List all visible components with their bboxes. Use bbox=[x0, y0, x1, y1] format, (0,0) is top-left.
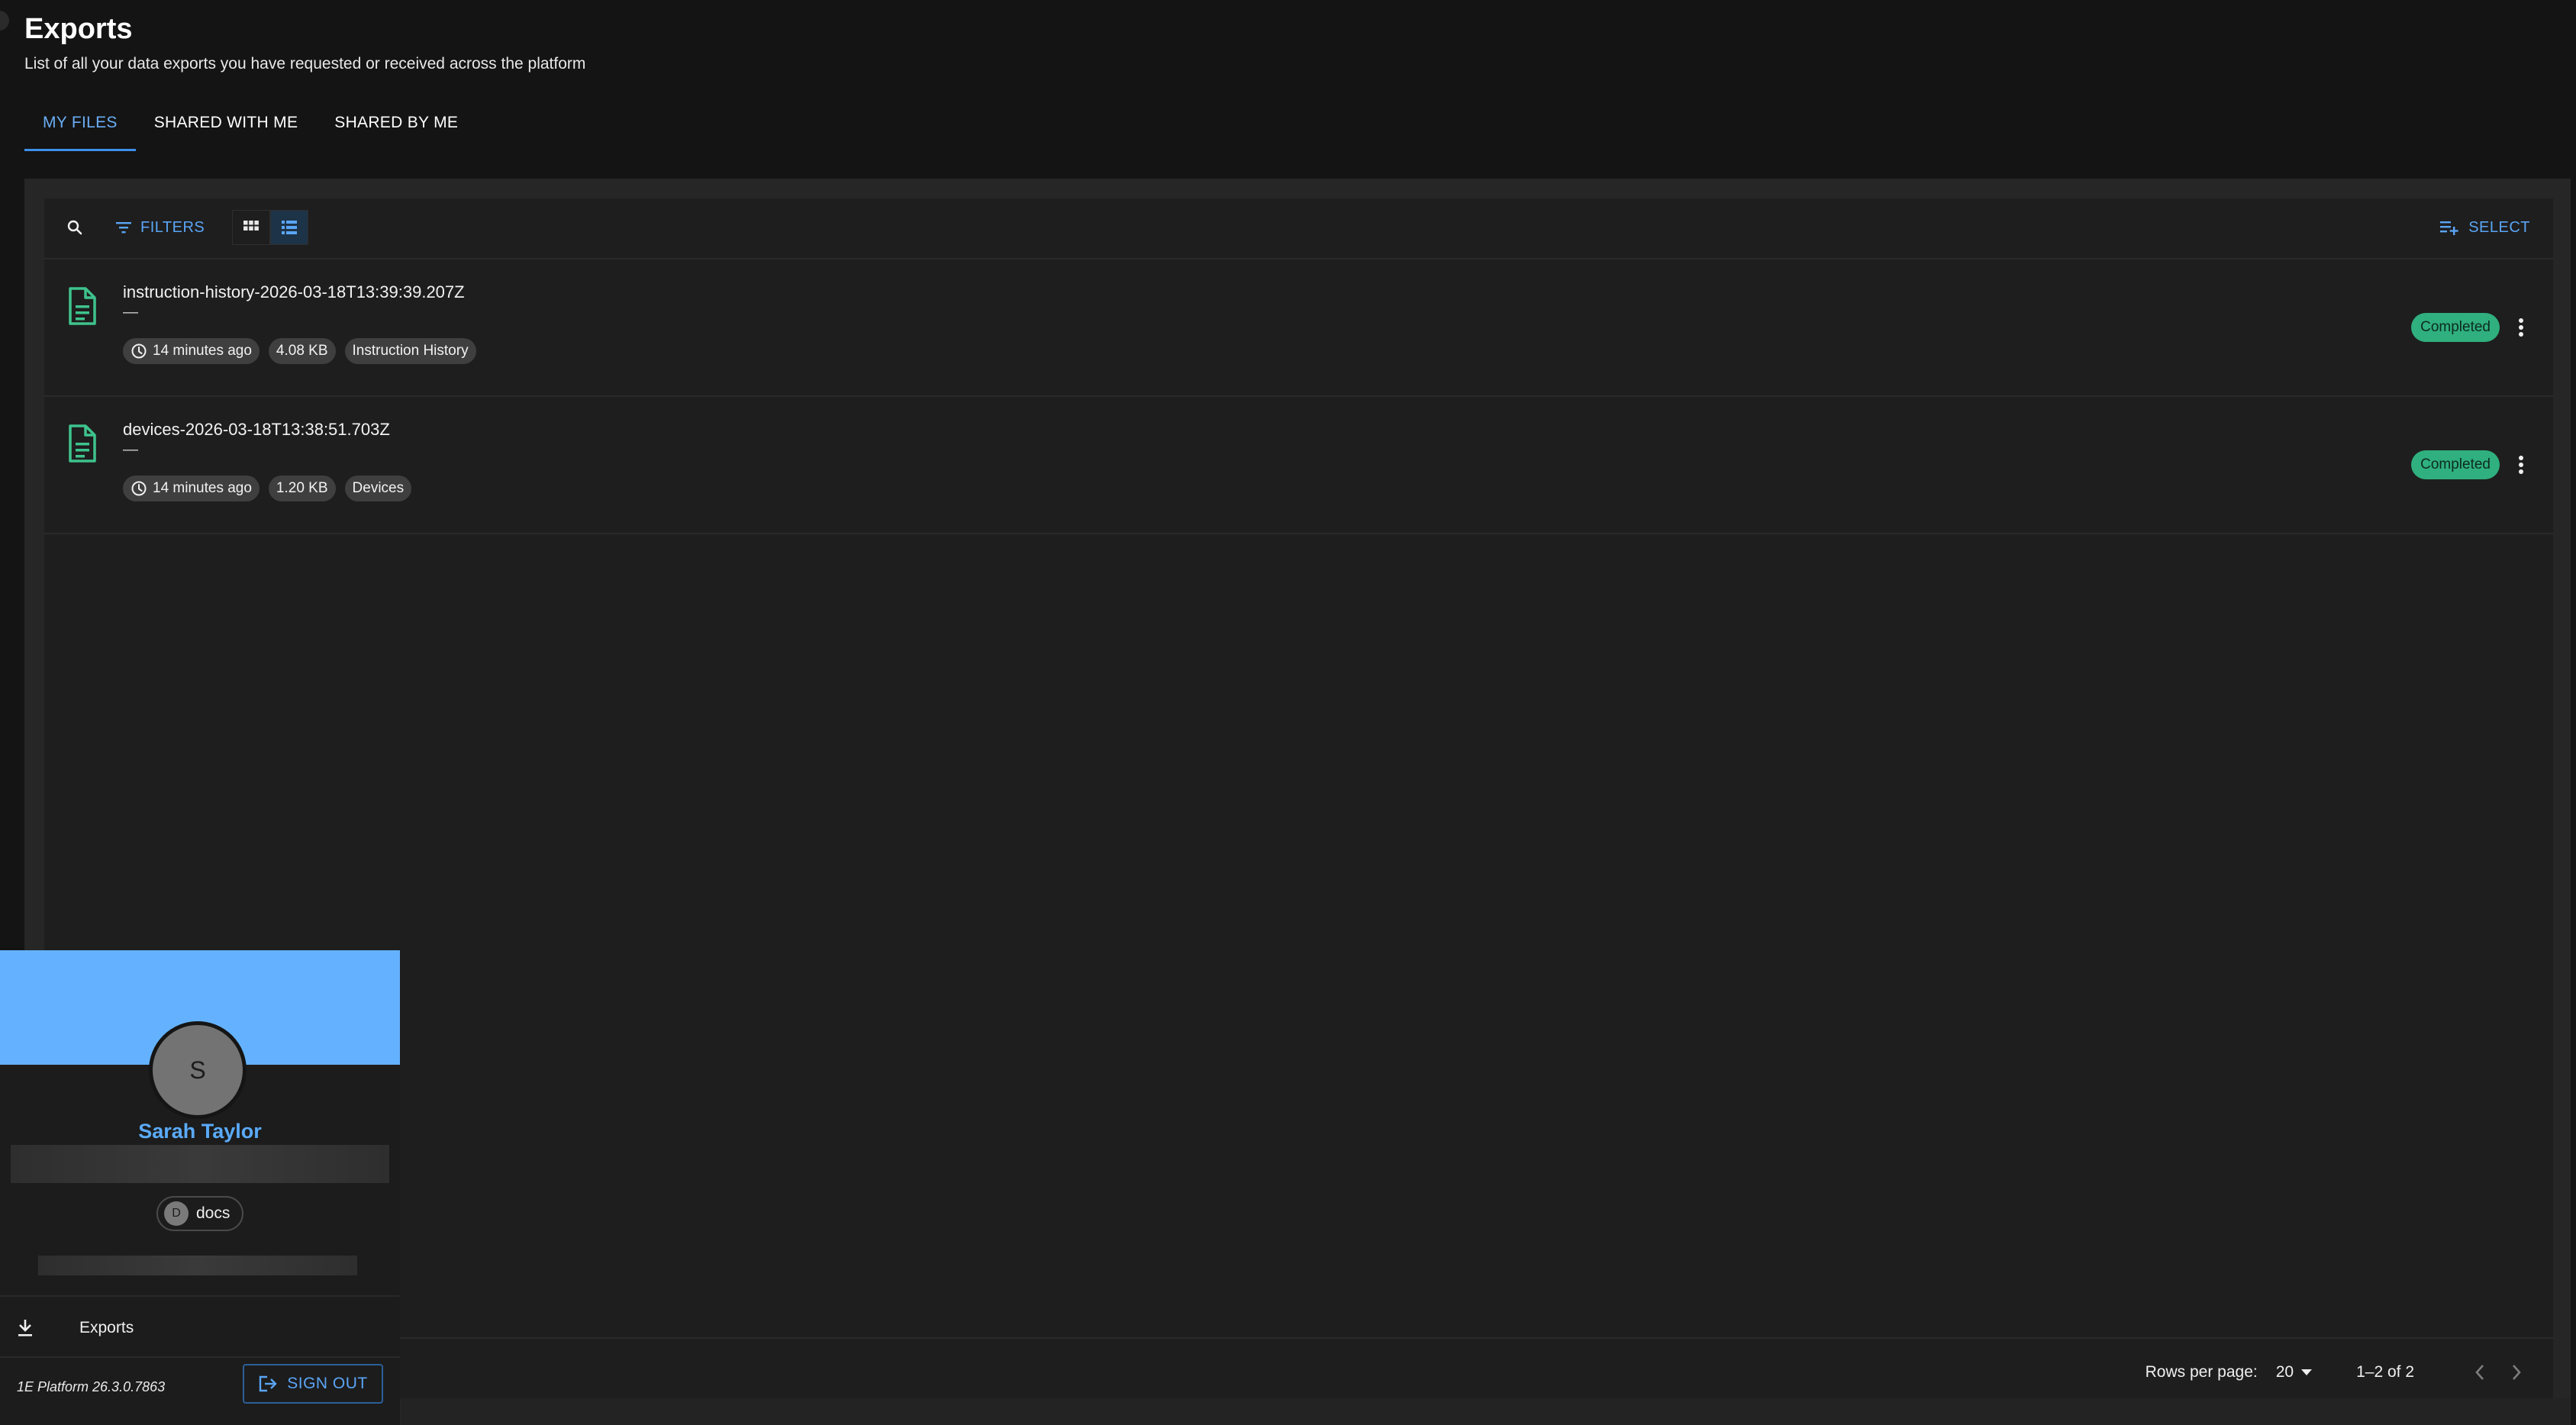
size-chip: 4.08 KB bbox=[268, 338, 336, 364]
file-document-icon bbox=[67, 424, 98, 466]
filters-button[interactable]: FILTERS bbox=[114, 214, 205, 241]
logout-icon bbox=[260, 1375, 277, 1392]
playlist-add-icon bbox=[2440, 221, 2458, 235]
type-chip: Devices bbox=[344, 476, 412, 501]
grid-view-icon bbox=[243, 221, 259, 231]
clock-icon bbox=[131, 343, 147, 359]
chevron-right-icon bbox=[2513, 1365, 2521, 1380]
view-toggle bbox=[232, 210, 308, 245]
avatar: S bbox=[149, 1021, 247, 1119]
divider bbox=[0, 1356, 400, 1358]
page-range: 1–2 of 2 bbox=[2356, 1363, 2414, 1381]
status-badge: Completed bbox=[2411, 313, 2500, 342]
rows-per-page-value: 20 bbox=[2275, 1363, 2294, 1381]
tab-shared-by-me[interactable]: SHARED BY ME bbox=[316, 107, 476, 151]
file-name[interactable]: instruction-history-2026-03-18T13:39:39.… bbox=[123, 282, 465, 302]
tab-my-files[interactable]: MY FILES bbox=[24, 107, 136, 151]
file-meta: 14 minutes ago 1.20 KB Devices bbox=[123, 476, 412, 501]
search-button[interactable] bbox=[61, 214, 89, 241]
user-name: Sarah Taylor bbox=[138, 1120, 262, 1143]
divider bbox=[0, 1295, 400, 1297]
file-meta: 14 minutes ago 4.08 KB Instruction Histo… bbox=[123, 338, 476, 364]
age-text: 14 minutes ago bbox=[153, 343, 252, 359]
previous-page-button[interactable] bbox=[2466, 1359, 2494, 1386]
file-document-icon bbox=[67, 287, 98, 329]
age-chip: 14 minutes ago bbox=[123, 476, 260, 501]
next-page-button[interactable] bbox=[2503, 1359, 2530, 1386]
list-view-button[interactable] bbox=[270, 210, 308, 245]
tenant-avatar: D bbox=[164, 1201, 189, 1226]
page-subtitle: List of all your data exports you have r… bbox=[24, 55, 586, 73]
tenant-name: docs bbox=[196, 1204, 231, 1222]
tenant-chip[interactable]: D docs bbox=[156, 1196, 244, 1231]
sign-out-label: SIGN OUT bbox=[287, 1375, 368, 1392]
file-row[interactable]: instruction-history-2026-03-18T13:39:39.… bbox=[44, 260, 2553, 397]
page-title: Exports bbox=[24, 13, 133, 45]
clock-icon bbox=[131, 481, 147, 496]
size-chip: 1.20 KB bbox=[268, 476, 336, 501]
search-icon bbox=[67, 220, 82, 235]
exports-panel: FILTERS SELECT instruction-history-2026-… bbox=[44, 198, 2553, 1398]
sign-out-button[interactable]: SIGN OUT bbox=[243, 1364, 383, 1404]
table-footer-divider bbox=[44, 1337, 2553, 1339]
menu-item-exports[interactable]: Exports bbox=[0, 1301, 400, 1355]
file-row[interactable]: devices-2026-03-18T13:38:51.703Z — 14 mi… bbox=[44, 397, 2553, 534]
file-description: — bbox=[123, 441, 138, 458]
version-text: 1E Platform 26.3.0.7863 bbox=[17, 1379, 166, 1394]
list-view-icon bbox=[282, 221, 297, 234]
select-label: SELECT bbox=[2468, 218, 2530, 236]
type-chip: Instruction History bbox=[344, 338, 476, 364]
chevron-left-icon bbox=[2475, 1365, 2484, 1380]
more-options-button[interactable] bbox=[2510, 313, 2532, 342]
file-description: — bbox=[123, 304, 138, 321]
download-icon bbox=[18, 1320, 32, 1336]
more-options-button[interactable] bbox=[2510, 450, 2532, 479]
more-vert-icon bbox=[2519, 318, 2523, 337]
redacted-email bbox=[11, 1145, 389, 1183]
redacted-detail bbox=[38, 1256, 357, 1275]
arrow-drop-down-icon bbox=[2301, 1369, 2313, 1375]
tab-shared-with-me[interactable]: SHARED WITH ME bbox=[136, 107, 317, 151]
filters-label: FILTERS bbox=[140, 218, 205, 236]
select-button[interactable]: SELECT bbox=[2439, 214, 2530, 241]
toolbar: FILTERS SELECT bbox=[44, 198, 2553, 260]
page-header: Exports List of all your data exports yo… bbox=[24, 11, 585, 73]
rows-per-page-select[interactable]: 20 bbox=[2276, 1363, 2313, 1381]
menu-item-exports-label: Exports bbox=[79, 1319, 134, 1336]
pagination: Rows per page: 20 1–2 of 2 bbox=[2146, 1351, 2530, 1394]
file-name[interactable]: devices-2026-03-18T13:38:51.703Z bbox=[123, 420, 390, 440]
user-menu-popover: S Sarah Taylor D docs Exports 1E Platfor… bbox=[0, 950, 400, 1425]
tab-bar: MY FILES SHARED WITH ME SHARED BY ME bbox=[24, 107, 476, 151]
page-bottom-strip bbox=[401, 1398, 2571, 1425]
age-chip: 14 minutes ago bbox=[123, 338, 260, 364]
filter-icon bbox=[116, 222, 131, 234]
status-badge: Completed bbox=[2411, 450, 2500, 479]
age-text: 14 minutes ago bbox=[153, 480, 252, 496]
rows-per-page-label: Rows per page: bbox=[2145, 1363, 2258, 1381]
grid-view-button[interactable] bbox=[232, 210, 270, 245]
more-vert-icon bbox=[2519, 456, 2523, 474]
collapsed-nav-handle[interactable] bbox=[0, 11, 9, 31]
